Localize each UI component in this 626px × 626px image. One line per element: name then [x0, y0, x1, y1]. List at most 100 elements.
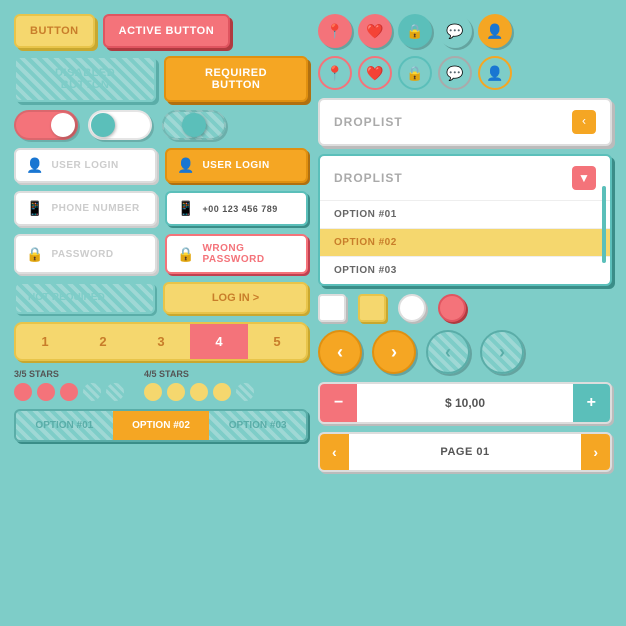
- page-nav-prev[interactable]: ‹: [320, 434, 349, 470]
- nav-next-orange[interactable]: ›: [372, 330, 416, 374]
- pagination[interactable]: 1 2 3 4 5: [14, 322, 308, 361]
- page-nav-next[interactable]: ›: [581, 434, 610, 470]
- tab-1[interactable]: OPTION #01: [16, 411, 113, 440]
- stepper[interactable]: − $ 10,00 +: [318, 382, 612, 424]
- stars-2-label: 4/5 STARS: [144, 369, 254, 379]
- stepper-plus[interactable]: +: [573, 384, 610, 422]
- toggle-on[interactable]: [14, 110, 78, 140]
- button-disabled: DISABLED BUTTON: [14, 56, 156, 102]
- toggle-disabled: [162, 110, 226, 140]
- phone-active-label: +00 123 456 789: [202, 204, 277, 214]
- checkbox-checked[interactable]: [358, 294, 386, 322]
- stepper-minus[interactable]: −: [320, 384, 357, 422]
- droplist-open[interactable]: DROPLIST ▼ OPTION #01 OPTION #02 OPTION …: [318, 154, 612, 286]
- button-active[interactable]: ACTIVE BUTTON: [103, 14, 231, 48]
- password-error-label: WRONG PASSWORD: [202, 243, 296, 265]
- user-outline-btn[interactable]: 👤: [478, 56, 512, 90]
- user-login-group: 👤 USER LOGIN 👤 USER LOGIN: [14, 148, 308, 183]
- stars-1-label: 3/5 STARS: [14, 369, 124, 379]
- location-icon-btn[interactable]: 📍: [318, 14, 352, 48]
- tab-3[interactable]: OPTION #03: [209, 411, 306, 440]
- toggle-thumb-off: [91, 113, 115, 137]
- toggle-off[interactable]: [88, 110, 152, 140]
- page-nav-value: PAGE 01: [349, 446, 582, 458]
- drop-option-3[interactable]: OPTION #03: [320, 257, 610, 284]
- page-1[interactable]: 1: [16, 324, 74, 359]
- location-outline-btn[interactable]: 📍: [318, 56, 352, 90]
- phone-icon-active: 📱: [177, 200, 194, 217]
- chat-outline-btn[interactable]: 💬: [438, 56, 472, 90]
- button-default[interactable]: BUTTON: [14, 14, 95, 48]
- toggles-row: [14, 110, 308, 140]
- password-label: PASSWORD: [51, 249, 113, 260]
- phone-icon: 📱: [26, 200, 43, 217]
- login-btn[interactable]: LOG IN >: [163, 282, 308, 314]
- radio-selected[interactable]: [438, 294, 466, 322]
- toggle-thumb-disabled: [182, 113, 206, 137]
- password-error-input[interactable]: 🔒 WRONG PASSWORD: [165, 234, 308, 274]
- star-dot-yellow[interactable]: [144, 383, 162, 401]
- droplist-open-label: DROPLIST: [334, 171, 403, 185]
- user-login-active-label: USER LOGIN: [202, 160, 269, 171]
- user-icon-btn[interactable]: 👤: [478, 14, 512, 48]
- stars-2-dots: [144, 383, 254, 401]
- controls-row: [318, 294, 612, 322]
- buttons-row2: DISABLED BUTTON REQUIRED BUTTON: [14, 56, 308, 102]
- star-dot-yellow[interactable]: [213, 383, 231, 401]
- page-2[interactable]: 2: [74, 324, 132, 359]
- star-dot[interactable]: [14, 383, 32, 401]
- user-login-input[interactable]: 👤 USER LOGIN: [14, 148, 157, 183]
- scrollbar[interactable]: [602, 186, 606, 263]
- stars-group-1: 3/5 STARS: [14, 369, 124, 401]
- icons-row-2: 📍 ❤️ 🔒 💬 👤: [318, 56, 612, 90]
- phone-active-input[interactable]: 📱 +00 123 456 789: [165, 191, 308, 226]
- checkbox-empty[interactable]: [318, 294, 346, 322]
- phone-input[interactable]: 📱 PHONE NUMBER: [14, 191, 157, 226]
- tabs-row[interactable]: OPTION #01 OPTION #02 OPTION #03: [14, 409, 308, 442]
- page-nav[interactable]: ‹ PAGE 01 ›: [318, 432, 612, 472]
- password-input[interactable]: 🔒 PASSWORD: [14, 234, 157, 274]
- droplist-arrow-down[interactable]: ▼: [572, 166, 596, 190]
- page-5[interactable]: 5: [248, 324, 306, 359]
- nav-arrows-row: ‹ › ‹ ›: [318, 330, 612, 374]
- droplist-closed[interactable]: DROPLIST ›: [318, 98, 612, 146]
- star-dot-yellow[interactable]: [190, 383, 208, 401]
- drop-option-1[interactable]: OPTION #01: [320, 201, 610, 228]
- lock-outline-btn[interactable]: 🔒: [398, 56, 432, 90]
- user-login-active-input[interactable]: 👤 USER LOGIN: [165, 148, 308, 183]
- droplist-header[interactable]: DROPLIST ▼: [320, 156, 610, 200]
- star-dot-yellow[interactable]: [167, 383, 185, 401]
- heart-icon-btn[interactable]: ❤️: [358, 14, 392, 48]
- star-dot-disabled[interactable]: [236, 383, 254, 401]
- action-row: NOT REQUIRED LOG IN >: [14, 282, 308, 314]
- button-required[interactable]: REQUIRED BUTTON: [164, 56, 308, 102]
- stars-1-dots: [14, 383, 124, 401]
- phone-group: 📱 PHONE NUMBER 📱 +00 123 456 789: [14, 191, 308, 226]
- buttons-row: BUTTON ACTIVE BUTTON: [14, 14, 308, 48]
- user-login-label: USER LOGIN: [51, 160, 118, 171]
- user-icon-active: 👤: [177, 157, 194, 174]
- heart-outline-btn[interactable]: ❤️: [358, 56, 392, 90]
- page-4[interactable]: 4: [190, 324, 248, 359]
- star-dot-disabled[interactable]: [106, 383, 124, 401]
- stepper-value: $ 10,00: [357, 396, 572, 410]
- phone-label: PHONE NUMBER: [51, 203, 139, 214]
- toggle-thumb-on: [51, 113, 75, 137]
- droplist-closed-label: DROPLIST: [334, 115, 403, 129]
- user-icon: 👤: [26, 157, 43, 174]
- droplist-arrow-left[interactable]: ›: [572, 110, 596, 134]
- page-3[interactable]: 3: [132, 324, 190, 359]
- drop-option-2[interactable]: OPTION #02: [320, 229, 610, 256]
- icons-row-1: 📍 ❤️ 🔒 💬 👤: [318, 14, 612, 48]
- star-dot[interactable]: [37, 383, 55, 401]
- password-group: 🔒 PASSWORD 🔒 WRONG PASSWORD: [14, 234, 308, 274]
- chat-icon-btn[interactable]: 💬: [438, 14, 472, 48]
- tab-2[interactable]: OPTION #02: [113, 411, 210, 440]
- radio-empty[interactable]: [398, 294, 426, 322]
- lock-icon-btn[interactable]: 🔒: [398, 14, 432, 48]
- not-required-btn: NOT REQUIRED: [14, 282, 155, 314]
- star-dot-disabled[interactable]: [83, 383, 101, 401]
- star-dot[interactable]: [60, 383, 78, 401]
- nav-prev-orange[interactable]: ‹: [318, 330, 362, 374]
- nav-prev-disabled: ‹: [426, 330, 470, 374]
